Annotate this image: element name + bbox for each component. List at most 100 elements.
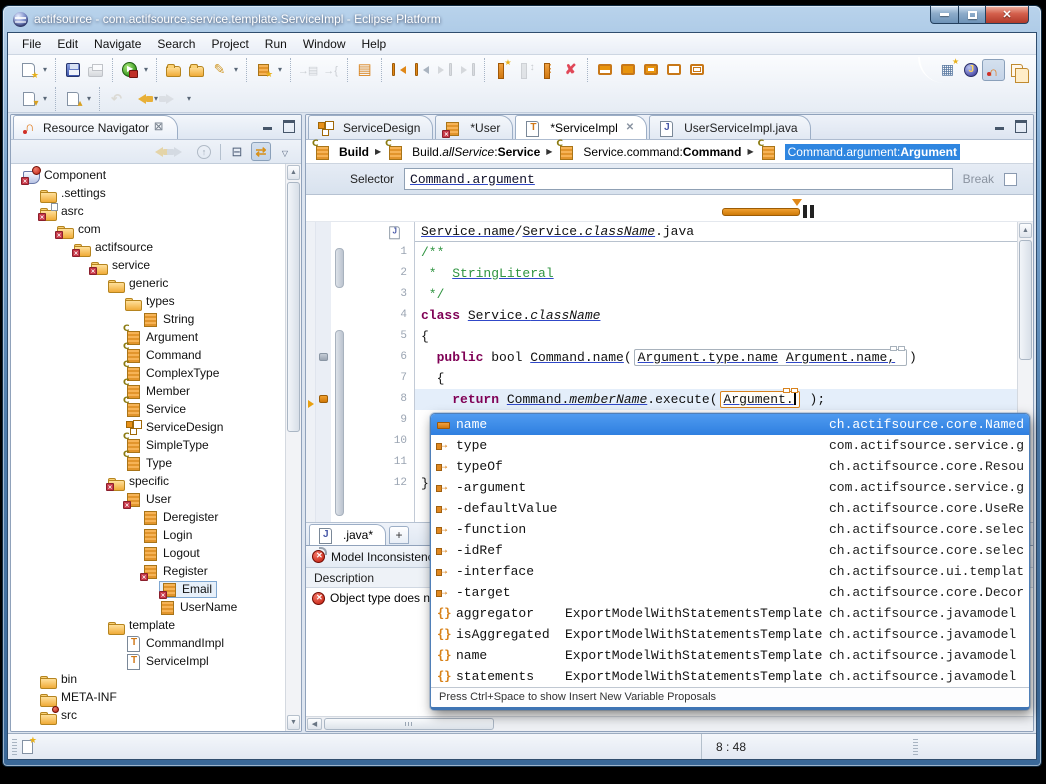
scroll-left-icon[interactable]: ◀ [307,718,322,730]
back-button[interactable] [146,142,166,161]
tree-item-complextype[interactable]: ComplexType [11,364,285,382]
minimize-view-button[interactable] [262,120,275,131]
tree-item-meta-inf[interactable]: META-INF [11,688,285,706]
editor-tab-userserviceimpl-java[interactable]: UserServiceImpl.java [649,115,810,139]
region-style-empty-button[interactable] [662,59,685,81]
code-line-1[interactable]: /** [415,242,1033,263]
tree-item-login[interactable]: Login [11,526,285,544]
tree-item-logout[interactable]: Logout [11,544,285,562]
dropdown-arrow-icon[interactable]: ▾ [275,65,285,74]
dropdown-arrow-icon[interactable]: ▾ [40,65,50,74]
up-button[interactable]: ↑ [194,142,214,161]
proposal-statements[interactable]: statementsExportModelWithStatementsTempl… [431,666,1029,687]
dropdown-arrow-icon[interactable]: ▾ [84,94,94,103]
menu-window[interactable]: Window [295,35,354,53]
print-button[interactable] [84,59,107,81]
tree-item-username[interactable]: UserName [11,598,285,616]
collapse-all-button[interactable] [227,142,247,161]
last-edit-button[interactable] [105,88,128,110]
java-file-tab[interactable]: .java* [309,524,386,545]
goto-first-region-button[interactable] [387,59,410,81]
template-position-bar[interactable] [722,208,800,216]
actifsource-perspective-button[interactable] [982,59,1005,81]
scroll-thumb[interactable] [324,718,494,730]
scroll-up-icon[interactable]: ▲ [287,165,300,180]
problems-hscrollbar[interactable]: ◀ [306,716,1033,731]
menu-project[interactable]: Project [203,35,256,53]
tree-item-generic[interactable]: generic [11,274,285,292]
tree-item-settings[interactable]: .settings [11,184,285,202]
save-button[interactable] [61,59,84,81]
editor-tab-servicedesign[interactable]: ServiceDesign [308,115,433,139]
proposal-target[interactable]: -targetch.actifsource.core.Decor [431,582,1029,603]
tree-item-member[interactable]: Member [11,382,285,400]
scroll-up-icon[interactable]: ▲ [1019,223,1032,238]
navigator-view-tab[interactable]: Resource Navigator ☒ [13,115,178,139]
open-resource-button[interactable] [162,59,185,81]
open-perspective-button[interactable] [936,59,959,81]
annotation-ruler[interactable] [306,222,316,522]
menu-help[interactable]: Help [354,35,395,53]
dropdown-arrow-icon[interactable]: ▾ [184,94,194,103]
maximize-editor-button[interactable] [1014,120,1027,131]
tree-item-email[interactable]: ×Email [11,580,285,598]
break-checkbox[interactable] [1004,173,1017,186]
java-perspective-button[interactable] [959,59,982,81]
region-style-top-button[interactable] [593,59,616,81]
tab-close-icon[interactable]: ✕ [626,122,634,133]
tree-item-actifsource[interactable]: ×actifsource [11,238,285,256]
code-line-7[interactable]: { [415,368,1033,389]
tree-item-command[interactable]: Command [11,346,285,364]
prev-annotation-button[interactable] [17,88,40,110]
delete-region-button[interactable] [559,59,582,81]
tree-item-src[interactable]: src [11,706,285,724]
tree-item-simpletype[interactable]: SimpleType [11,436,285,454]
goto-next-region-button[interactable] [433,59,456,81]
insert-region-button[interactable] [490,59,513,81]
code-line-5[interactable]: { [415,326,1033,347]
forward-button[interactable] [161,88,184,110]
tree-item-template[interactable]: template [11,616,285,634]
dropdown-arrow-icon[interactable]: ▾ [231,65,241,74]
expand-region-button[interactable] [513,59,536,81]
breadcrumb-item[interactable]: Build [312,143,371,161]
scroll-down-icon[interactable]: ▼ [287,715,300,730]
maximize-view-button[interactable] [282,120,295,131]
minimize-button[interactable] [930,6,959,24]
code-line-8[interactable]: return Command.memberName.execute(Argume… [415,389,1033,410]
dropdown-arrow-icon[interactable]: ▾ [40,94,50,103]
resource-perspective-button[interactable] [1005,59,1028,81]
proposal-typeof[interactable]: typeOfch.actifsource.core.Resou [431,456,1029,477]
tree-item-servicedesign[interactable]: ServiceDesign [11,418,285,436]
titlebar[interactable]: actifsource - com.actifsource.service.te… [7,6,1037,32]
dropdown-arrow-icon[interactable]: ▾ [141,65,151,74]
highlighter-button[interactable] [208,59,231,81]
filename-header-line[interactable]: Service.name/Service.className.java [415,222,1033,242]
proposal-argument[interactable]: -argumentcom.actifsource.service.g [431,477,1029,498]
proposal-type[interactable]: typecom.actifsource.service.g [431,435,1029,456]
tree-item-serviceimpl[interactable]: ServiceImpl [11,652,285,670]
menu-file[interactable]: File [14,35,49,53]
proposal-name[interactable]: namech.actifsource.core.Named [431,414,1029,435]
menu-search[interactable]: Search [149,35,203,53]
tree-item-argument[interactable]: Argument [11,328,285,346]
maximize-button[interactable] [959,6,986,24]
close-button[interactable]: ✕ [986,6,1029,24]
goto-last-region-button[interactable] [456,59,479,81]
tree-item-string[interactable]: String [11,310,285,328]
tree-item-register[interactable]: ×Register [11,562,285,580]
code-line-2[interactable]: * StringLiteral [415,263,1033,284]
next-brace-button[interactable] [319,59,342,81]
gray-template-box[interactable]: Argument.type.name Argument.name, [634,349,907,366]
menu-edit[interactable]: Edit [49,35,86,53]
tree-item-bin[interactable]: bin [11,670,285,688]
tree-item-service[interactable]: ×service [11,256,285,274]
next-annotation-button[interactable] [61,88,84,110]
link-with-editor-button[interactable] [251,142,271,161]
tree-item-commandimpl[interactable]: CommandImpl [11,634,285,652]
add-region-lines-button[interactable] [536,59,559,81]
proposal-function[interactable]: -functionch.actifsource.core.selec [431,519,1029,540]
next-template-mark-button[interactable] [296,59,319,81]
region-style-inner-button[interactable] [639,59,662,81]
menu-navigate[interactable]: Navigate [86,35,149,53]
